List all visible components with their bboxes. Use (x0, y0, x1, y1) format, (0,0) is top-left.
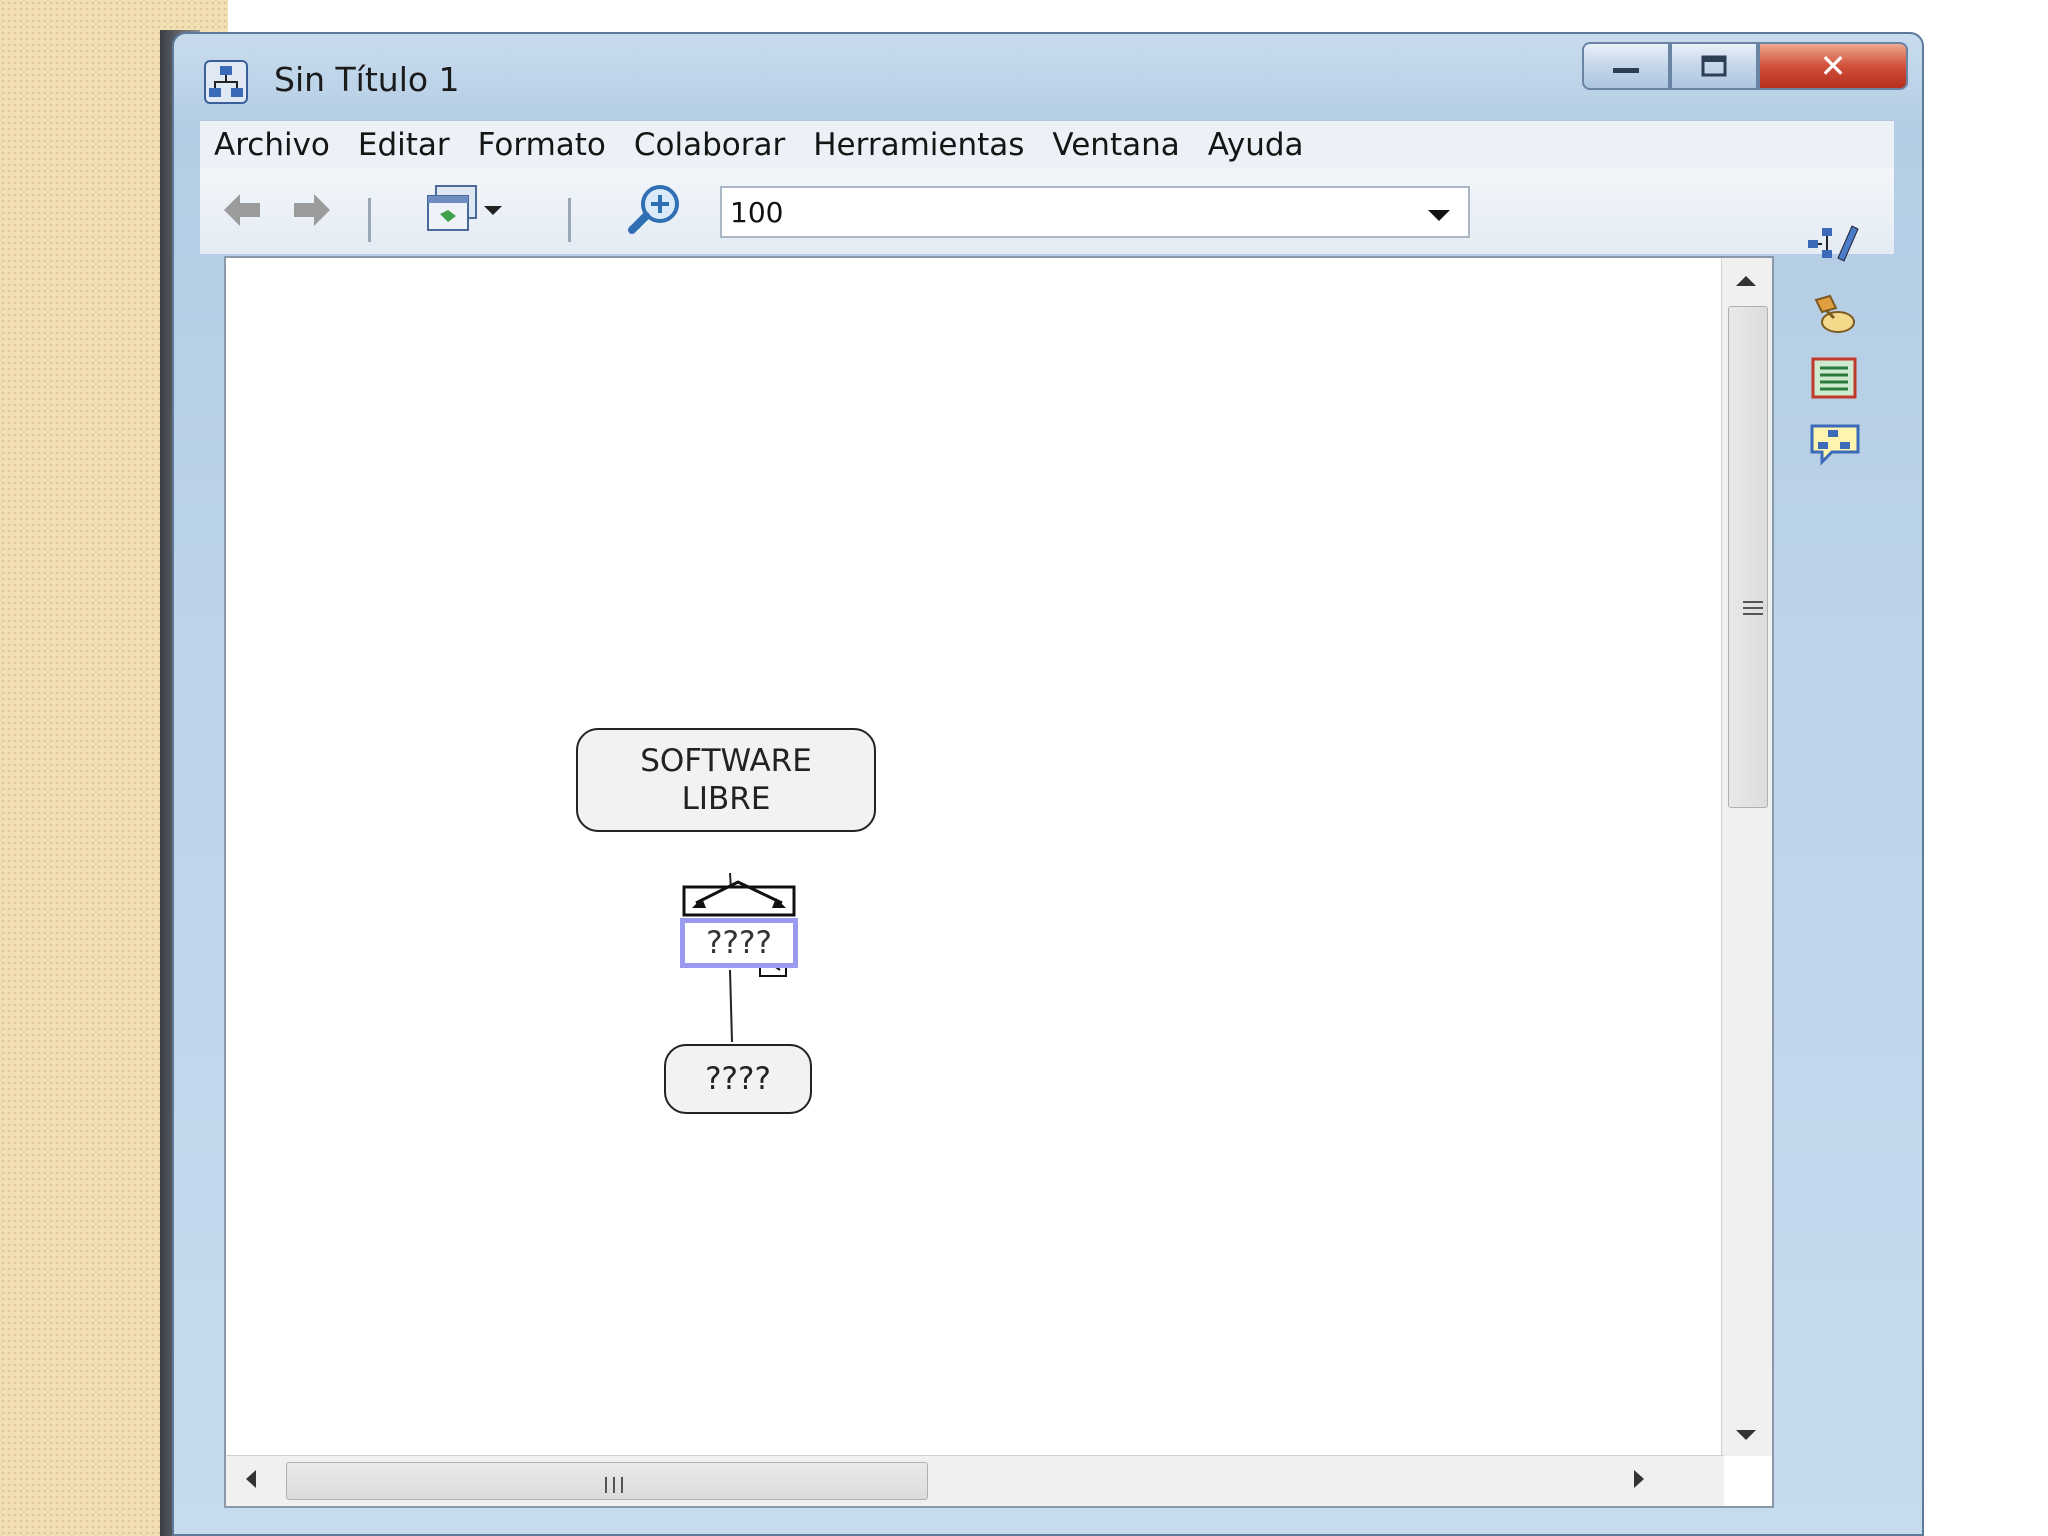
title-bar[interactable]: Sin Título 1 ✕ (174, 34, 1922, 120)
window-title: Sin Título 1 (274, 60, 460, 99)
menu-ventana[interactable]: Ventana (1038, 127, 1193, 163)
vertical-scrollbar[interactable] (1721, 258, 1772, 1456)
menu-editar[interactable]: Editar (344, 127, 464, 163)
toolbar-separator (568, 198, 571, 242)
concept-text-line2: LIBRE (681, 781, 771, 817)
maximize-button[interactable] (1670, 42, 1758, 90)
zoom-icon[interactable] (624, 178, 688, 244)
forward-arrow-icon[interactable] (290, 190, 334, 234)
caption-buttons: ✕ (1582, 42, 1908, 92)
toolbar: 100 (200, 168, 1894, 254)
cmap-window: Sin Título 1 ✕ Archivo Editar Formato Co… (172, 32, 1924, 1536)
scroll-up-icon[interactable] (1736, 276, 1756, 286)
chevron-down-icon[interactable] (1428, 210, 1450, 221)
linking-phrase-text: ???? (706, 925, 772, 961)
app-icon (204, 60, 248, 104)
list-view-icon[interactable] (1810, 356, 1866, 406)
zoom-value: 100 (730, 196, 784, 229)
close-button[interactable]: ✕ (1758, 42, 1908, 90)
menu-archivo[interactable]: Archivo (200, 127, 344, 163)
back-arrow-icon[interactable] (220, 190, 264, 234)
menu-formato[interactable]: Formato (464, 127, 620, 163)
scroll-down-icon[interactable] (1736, 1430, 1756, 1440)
menu-bar: Archivo Editar Formato Colaborar Herrami… (200, 120, 1894, 169)
concept-child-text: ???? (705, 1061, 771, 1097)
linking-phrase[interactable]: ???? (680, 918, 798, 968)
concept-node-child[interactable]: ???? (664, 1044, 812, 1114)
menu-ayuda[interactable]: Ayuda (1194, 127, 1318, 163)
menu-herramientas[interactable]: Herramientas (799, 127, 1038, 163)
scroll-right-icon[interactable] (1634, 1470, 1644, 1488)
grip-icon (602, 1477, 626, 1497)
map-canvas[interactable]: SOFTWARE LIBRE ???? ???? (224, 256, 1774, 1508)
annotation-tool-icon[interactable] (1808, 292, 1864, 342)
zoom-level-select[interactable]: 100 (720, 186, 1470, 238)
grip-icon (1743, 597, 1763, 619)
horizontal-scrollbar[interactable] (226, 1455, 1724, 1506)
toolbar-separator (368, 198, 371, 242)
concept-text-line1: SOFTWARE (640, 743, 812, 779)
map-links (682, 872, 796, 1043)
view-windows-icon[interactable] (422, 182, 512, 242)
horizontal-scroll-thumb[interactable] (286, 1462, 928, 1500)
vertical-scroll-thumb[interactable] (1728, 306, 1768, 808)
style-palette-icon[interactable] (1804, 220, 1860, 270)
minimize-button[interactable] (1582, 42, 1670, 90)
discussion-thread-icon[interactable] (1808, 420, 1864, 470)
scroll-left-icon[interactable] (246, 1470, 256, 1488)
menu-colaborar[interactable]: Colaborar (620, 127, 799, 163)
concept-node-root[interactable]: SOFTWARE LIBRE (576, 728, 876, 832)
